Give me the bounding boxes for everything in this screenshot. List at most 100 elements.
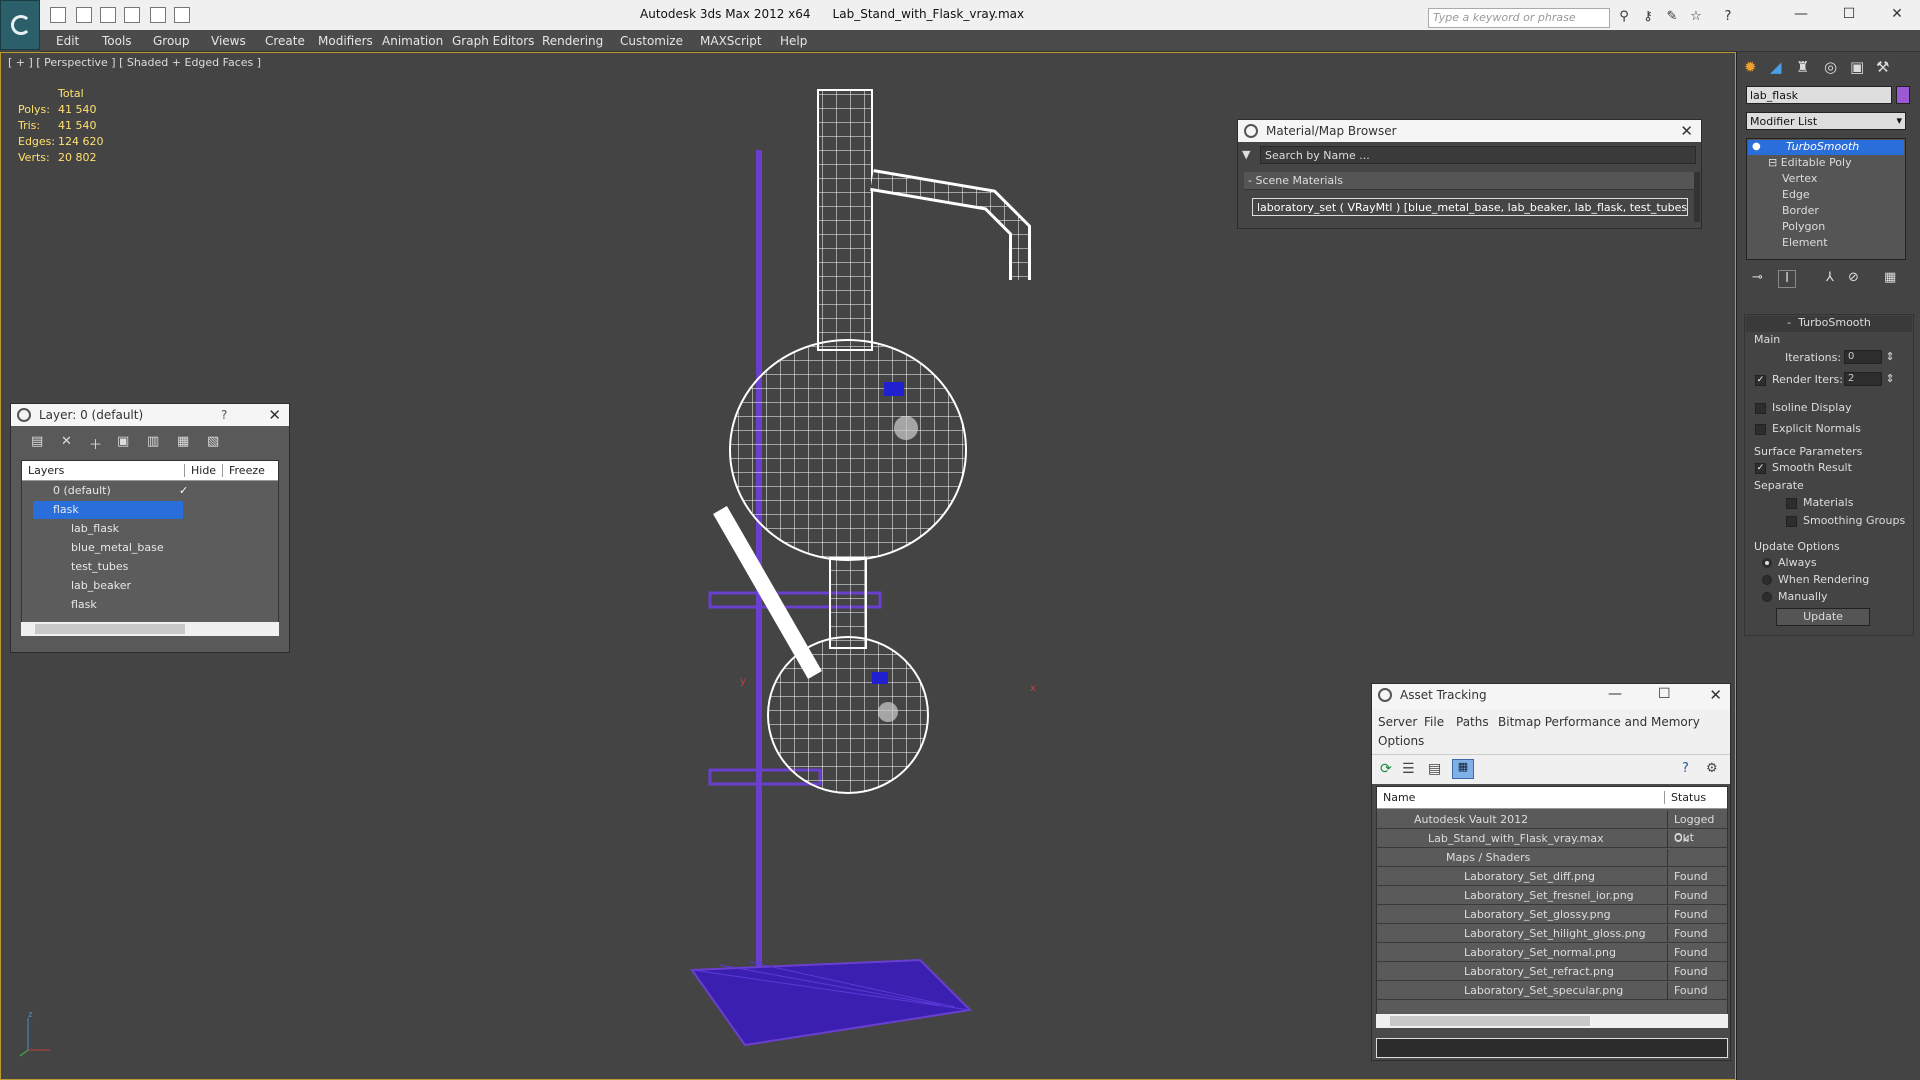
- highlight-layer-icon[interactable]: ▥: [147, 434, 159, 449]
- menu-help[interactable]: Help: [780, 34, 807, 48]
- asset-horizontal-scrollbar[interactable]: [1376, 1014, 1728, 1028]
- stack-vertex[interactable]: Vertex: [1782, 172, 1817, 185]
- layer-row[interactable]: flask: [33, 501, 183, 519]
- select-objects-icon[interactable]: ▣: [117, 434, 129, 449]
- hide-all-icon[interactable]: ▦: [177, 434, 189, 449]
- minimize-button[interactable]: —: [1786, 6, 1816, 24]
- hierarchy-tab-icon[interactable]: ♜: [1796, 58, 1809, 76]
- browser-options-icon[interactable]: ▼: [1242, 148, 1252, 161]
- asset-menu-server[interactable]: Server: [1378, 715, 1417, 729]
- stack-border[interactable]: Border: [1782, 204, 1819, 217]
- scene-materials-group[interactable]: - Scene Materials: [1244, 172, 1694, 190]
- layer-horizontal-scrollbar[interactable]: [21, 622, 279, 636]
- layer-row[interactable]: blue_metal_base: [33, 539, 183, 557]
- smoothing-groups-checkbox[interactable]: Smoothing Groups: [1786, 514, 1905, 527]
- menu-animation[interactable]: Animation: [382, 34, 443, 48]
- configure-sets-icon[interactable]: ▦: [1884, 270, 1896, 285]
- menu-graph-editors[interactable]: Graph Editors: [452, 34, 534, 48]
- key-icon[interactable]: ⚷: [1640, 9, 1656, 25]
- make-unique-icon[interactable]: ⅄: [1826, 270, 1834, 285]
- favorites-star-icon[interactable]: ☆: [1688, 9, 1704, 25]
- table-view-icon[interactable]: ▦: [1452, 759, 1474, 779]
- show-end-result-icon[interactable]: Ι: [1778, 270, 1796, 288]
- search-input[interactable]: Type a keyword or phrase: [1428, 8, 1610, 28]
- asset-tracking-titlebar[interactable]: Asset Tracking — ☐ ✕: [1372, 684, 1730, 710]
- stack-element[interactable]: Element: [1782, 236, 1828, 249]
- menu-customize[interactable]: Customize: [620, 34, 683, 48]
- asset-row[interactable]: Laboratory_Set_glossy.png Found: [1376, 906, 1728, 924]
- render-iters-spinner[interactable]: 2 ⇕: [1844, 372, 1895, 386]
- asset-row[interactable]: Laboratory_Set_hilight_gloss.png Found: [1376, 925, 1728, 943]
- menu-group[interactable]: Group: [153, 34, 190, 48]
- motion-tab-icon[interactable]: ◎: [1824, 58, 1837, 76]
- asset-menu-file[interactable]: File: [1424, 715, 1444, 729]
- asset-status-field[interactable]: [1376, 1038, 1728, 1058]
- close-button[interactable]: ✕: [1882, 6, 1912, 24]
- object-name-field[interactable]: lab_flask: [1746, 86, 1892, 104]
- col-layers[interactable]: Layers: [28, 464, 64, 477]
- col-hide[interactable]: Hide: [184, 464, 216, 477]
- layer-row[interactable]: 0 (default): [33, 482, 183, 500]
- asset-settings-icon[interactable]: ⚙: [1706, 761, 1718, 776]
- menu-rendering[interactable]: Rendering: [542, 34, 603, 48]
- layer-manager-titlebar[interactable]: Layer: 0 (default) ? ✕: [11, 404, 289, 426]
- menu-create[interactable]: Create: [265, 34, 305, 48]
- menu-tools[interactable]: Tools: [102, 34, 132, 48]
- delete-layer-icon[interactable]: ✕: [61, 434, 72, 449]
- lab-stand-model[interactable]: [640, 80, 1100, 1060]
- remove-modifier-icon[interactable]: ⊘: [1848, 270, 1859, 285]
- maximize-button[interactable]: ☐: [1834, 6, 1864, 24]
- display-tab-icon[interactable]: ▣: [1850, 58, 1864, 76]
- asset-row[interactable]: Laboratory_Set_diff.png Found: [1376, 868, 1728, 886]
- isoline-display-checkbox[interactable]: Isoline Display: [1755, 401, 1852, 414]
- freeze-all-icon[interactable]: ▧: [207, 434, 219, 449]
- asset-minimize-button[interactable]: —: [1608, 686, 1622, 702]
- communication-icon[interactable]: ✎: [1664, 9, 1680, 25]
- stack-edge[interactable]: Edge: [1782, 188, 1810, 201]
- material-item[interactable]: laboratory_set ( VRayMtl ) [blue_metal_b…: [1252, 198, 1688, 216]
- create-tab-icon[interactable]: ✹: [1744, 58, 1757, 76]
- lightbulb-icon[interactable]: ●: [1752, 141, 1761, 152]
- iterations-spinner[interactable]: 0 ⇕: [1844, 350, 1895, 364]
- always-radio[interactable]: Always: [1762, 556, 1817, 569]
- asset-maximize-button[interactable]: ☐: [1658, 686, 1671, 702]
- materials-checkbox[interactable]: Materials: [1786, 496, 1853, 509]
- layer-close-icon[interactable]: ✕: [268, 406, 281, 424]
- asset-menu-bitmap[interactable]: Bitmap Performance and Memory: [1498, 715, 1700, 729]
- asset-row[interactable]: Laboratory_Set_specular.png Found: [1376, 982, 1728, 1000]
- open-file-icon[interactable]: [50, 7, 66, 23]
- object-color-swatch[interactable]: [1896, 86, 1910, 104]
- modifier-list-dropdown[interactable]: Modifier List ▾: [1746, 112, 1906, 130]
- layer-row[interactable]: lab_beaker: [33, 577, 183, 595]
- asset-row[interactable]: Laboratory_Set_fresnel_ior.png Found: [1376, 887, 1728, 905]
- col-status[interactable]: Status: [1664, 791, 1706, 804]
- render-iters-checkbox[interactable]: ✓ Render Iters:: [1755, 373, 1843, 386]
- new-layer-icon[interactable]: ▤: [31, 434, 43, 449]
- asset-row[interactable]: Autodesk Vault 2012 Logged Out: [1376, 811, 1728, 844]
- asset-row[interactable]: Lab_Stand_with_Flask_vray.max Ok: [1376, 830, 1728, 848]
- layer-help-icon[interactable]: ?: [221, 408, 227, 422]
- manually-radio[interactable]: Manually: [1762, 590, 1828, 603]
- stack-turbosmooth[interactable]: TurboSmooth: [1748, 140, 1904, 155]
- turbosmooth-rollout-title[interactable]: - TurboSmooth: [1746, 316, 1912, 332]
- asset-row[interactable]: Laboratory_Set_normal.png Found: [1376, 944, 1728, 962]
- new-file-icon[interactable]: [100, 7, 116, 23]
- update-button[interactable]: Update: [1776, 608, 1870, 626]
- help-icon[interactable]: ?: [1720, 9, 1736, 25]
- list-view-icon[interactable]: ☰: [1402, 761, 1415, 777]
- material-browser-scrollbar[interactable]: [1694, 172, 1700, 222]
- menu-edit[interactable]: Edit: [56, 34, 79, 48]
- menu-views[interactable]: Views: [211, 34, 246, 48]
- binoculars-icon[interactable]: ⚲: [1616, 9, 1632, 25]
- pin-stack-icon[interactable]: ⊸: [1752, 270, 1763, 285]
- col-name[interactable]: Name: [1383, 791, 1415, 804]
- menu-maxscript[interactable]: MAXScript: [700, 34, 762, 48]
- hold-icon[interactable]: [124, 7, 140, 23]
- add-to-layer-icon[interactable]: ＋: [89, 434, 102, 453]
- app-logo-icon[interactable]: [0, 0, 40, 50]
- layer-row[interactable]: lab_flask: [33, 520, 183, 538]
- material-search-input[interactable]: Search by Name ...: [1260, 146, 1696, 164]
- thumbnail-view-icon[interactable]: ▤: [1428, 761, 1441, 777]
- explicit-normals-checkbox[interactable]: Explicit Normals: [1755, 422, 1861, 435]
- layer-row[interactable]: test_tubes: [33, 558, 183, 576]
